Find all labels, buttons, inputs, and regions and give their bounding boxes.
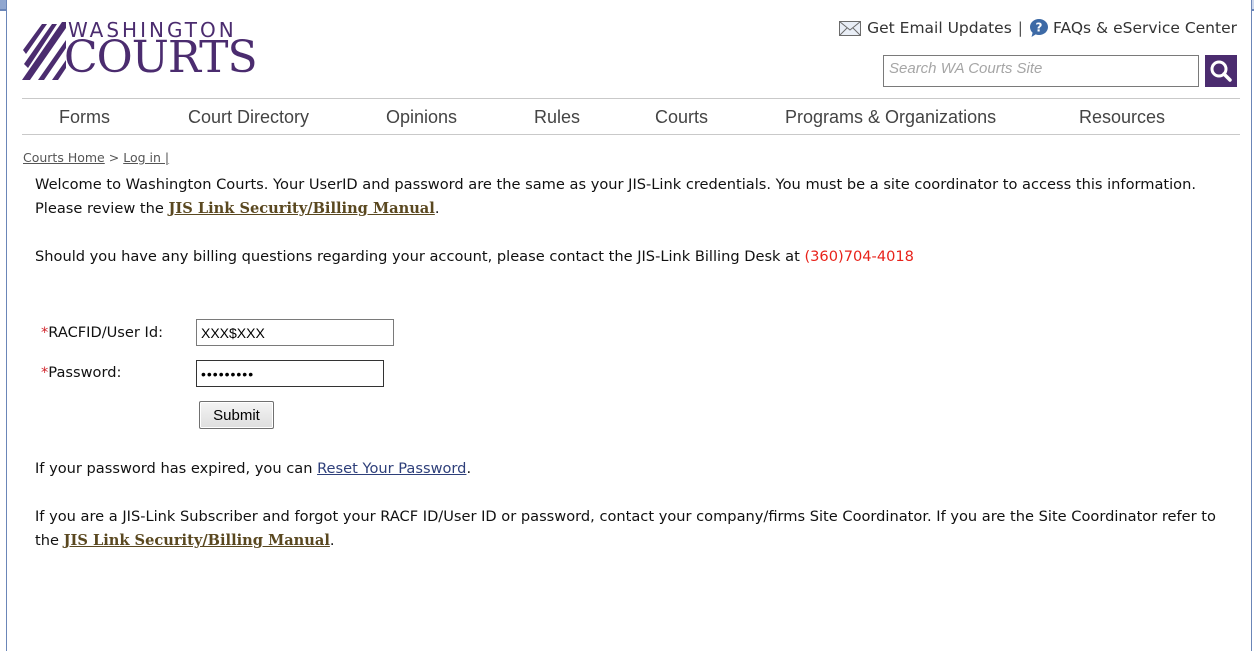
utility-separator: | [1017, 19, 1024, 37]
forgot-text-end: . [329, 532, 335, 549]
billing-text: Should you have any billing questions re… [35, 248, 805, 265]
breadcrumb-courts-home-link[interactable]: Courts Home [23, 150, 105, 165]
submit-button[interactable]: Submit [199, 401, 274, 429]
washington-courts-logo[interactable]: WASHINGTON COURTS [22, 18, 272, 83]
user-id-field[interactable] [196, 319, 394, 346]
email-icon [839, 20, 862, 36]
help-content: If your password has expired, you can Re… [35, 457, 1240, 553]
nav-item-programs-organizations[interactable]: Programs & Organizations [785, 107, 996, 128]
email-updates-link[interactable]: Get Email Updates [867, 19, 1012, 37]
faq-eservice-link[interactable]: FAQs & eService Center [1053, 19, 1237, 37]
password-label-text: Password: [48, 364, 122, 381]
intro-content: Welcome to Washington Courts. Your UserI… [35, 173, 1240, 269]
forgot-paragraph: If you are a JIS-Link Subscriber and for… [35, 505, 1240, 553]
help-question-icon: ? [1030, 19, 1049, 37]
nav-item-opinions[interactable]: Opinions [386, 107, 457, 128]
nav-item-resources[interactable]: Resources [1079, 107, 1165, 128]
reset-password-link[interactable]: Reset Your Password [317, 460, 466, 477]
billing-phone-number: (360)704-4018 [804, 248, 914, 265]
nav-item-rules[interactable]: Rules [534, 107, 580, 128]
reset-text-end: . [466, 460, 472, 477]
user-id-label: *RACFID/User Id: [41, 324, 163, 341]
user-id-label-text: RACFID/User Id: [48, 324, 164, 341]
breadcrumb-separator: > [108, 150, 120, 165]
logo-emblem-icon [22, 22, 66, 80]
reset-paragraph: If your password has expired, you can Re… [35, 457, 1240, 481]
utility-links: Get Email Updates | ? FAQs & eService Cen… [839, 18, 1237, 38]
billing-paragraph: Should you have any billing questions re… [35, 245, 1240, 269]
reset-text: If your password has expired, you can [35, 460, 318, 477]
nav-item-forms[interactable]: Forms [59, 107, 110, 128]
search-icon [1210, 60, 1232, 82]
password-field[interactable] [196, 360, 384, 387]
welcome-paragraph: Welcome to Washington Courts. Your UserI… [35, 173, 1240, 221]
welcome-text-end: . [434, 200, 440, 217]
search-button[interactable] [1205, 55, 1237, 87]
logo-text-courts: COURTS [64, 32, 258, 83]
jis-manual-link-2[interactable]: JIS Link Security/Billing Manual [64, 532, 330, 549]
breadcrumb-login-link[interactable]: Log in | [123, 150, 169, 165]
password-label: *Password: [41, 364, 121, 381]
nav-item-courts[interactable]: Courts [655, 107, 708, 128]
breadcrumb: Courts Home > Log in | [23, 150, 169, 165]
nav-bottom-divider [22, 134, 1240, 135]
search-input[interactable] [883, 55, 1199, 87]
jis-manual-link[interactable]: JIS Link Security/Billing Manual [169, 200, 435, 217]
main-nav: Forms Court Directory Opinions Rules Cou… [22, 99, 1240, 134]
nav-item-court-directory[interactable]: Court Directory [188, 107, 309, 128]
svg-text:?: ? [1036, 21, 1043, 35]
